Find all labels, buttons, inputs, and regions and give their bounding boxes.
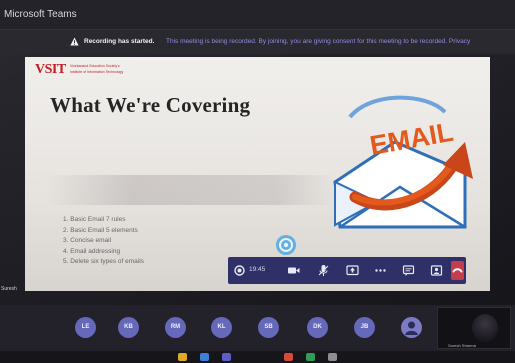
- teams-logo-icon: [276, 235, 296, 255]
- slide-shadow-band: [45, 175, 335, 205]
- slide-bullet-list: 1. Basic Email 7 rules 2. Basic Email 5 …: [63, 215, 144, 268]
- taskbar-app-icon[interactable]: [222, 353, 231, 361]
- bullet-item: 2. Basic Email 5 elements: [63, 226, 138, 234]
- participant-avatar[interactable]: JB: [354, 317, 375, 338]
- participant-photo-avatar[interactable]: [401, 317, 422, 338]
- hang-up-button[interactable]: [451, 261, 464, 280]
- teams-meeting-window: Microsoft Teams Recording has started. T…: [0, 0, 515, 363]
- bullet-item: 3. Concise email: [63, 237, 112, 244]
- recording-started-text: Recording has started.: [84, 38, 155, 45]
- bullet-item: 1. Basic Email 7 rules: [63, 216, 126, 223]
- participant-avatar[interactable]: RM: [165, 317, 186, 338]
- app-title: Microsoft Teams: [4, 9, 77, 20]
- recording-consent-text: This meeting is being recorded. By joini…: [166, 38, 471, 45]
- bullet-item: 5. Delete six types of emails: [63, 258, 144, 265]
- more-options-icon[interactable]: [373, 263, 388, 278]
- participant-name-label: Suresh: [1, 286, 17, 292]
- camera-icon[interactable]: [286, 263, 301, 278]
- participant-avatar[interactable]: LE: [75, 317, 96, 338]
- slide-title: What We're Covering: [50, 93, 251, 117]
- email-envelope-illustration: EMAIL: [333, 95, 473, 229]
- bullet-item: 4. Email addressing: [63, 247, 121, 255]
- os-taskbar: [0, 351, 515, 363]
- logo-text: VSIT: [35, 62, 66, 77]
- share-screen-icon[interactable]: [345, 263, 360, 278]
- taskbar-app-icon[interactable]: [178, 353, 187, 361]
- taskbar-app-icon[interactable]: [284, 353, 293, 361]
- shared-presentation-slide: VSIT Vivekanand Education Society's Inst…: [25, 57, 490, 291]
- participant-avatar[interactable]: DK: [307, 317, 328, 338]
- participant-avatar[interactable]: SB: [258, 317, 279, 338]
- record-icon[interactable]: [232, 263, 247, 278]
- chat-icon[interactable]: [401, 263, 416, 278]
- title-bar: Microsoft Teams: [0, 0, 515, 30]
- self-name-label: Suresh Sharma: [448, 343, 476, 348]
- participant-avatar[interactable]: KL: [211, 317, 232, 338]
- logo-subtitle-line-2: Institute of Information Technology: [70, 70, 124, 74]
- hang-up-icon: [452, 268, 463, 273]
- participants-icon[interactable]: [429, 263, 444, 278]
- taskbar-app-icon[interactable]: [306, 353, 315, 361]
- person-icon: [405, 321, 418, 335]
- logo-subtitle-line-1: Vivekanand Education Society's: [70, 64, 120, 68]
- self-video-tile[interactable]: Suresh Sharma: [437, 307, 511, 349]
- taskbar-app-icon[interactable]: [328, 353, 337, 361]
- self-video-feed: [472, 314, 498, 342]
- meeting-controls-bar: 19:45: [228, 257, 466, 284]
- recording-notice-banner: Recording has started. This meeting is b…: [0, 30, 515, 54]
- participant-avatar[interactable]: KB: [118, 317, 139, 338]
- warning-icon: [70, 37, 79, 46]
- meeting-timer: 19:45: [249, 266, 266, 273]
- microphone-icon[interactable]: [316, 263, 331, 278]
- taskbar-app-icon[interactable]: [200, 353, 209, 361]
